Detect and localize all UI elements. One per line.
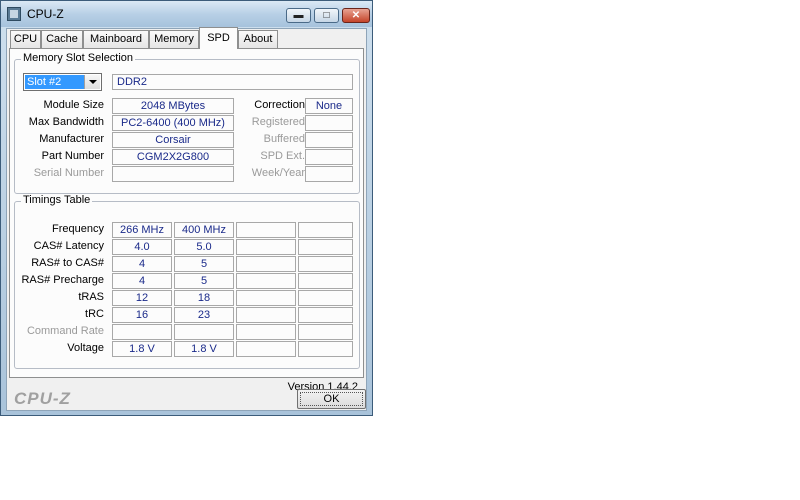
timing-cell: 23 [174, 307, 234, 323]
cpu-z-app-icon [7, 7, 21, 21]
minimize-button[interactable]: ▬ [286, 8, 311, 23]
tab-label: Mainboard [90, 33, 142, 45]
slot-dropdown[interactable]: Slot #2 [23, 73, 102, 91]
timing-cell: 5 [174, 256, 234, 272]
timing-cell: 5.0 [174, 239, 234, 255]
timing-cell [236, 324, 296, 340]
timing-cell [298, 307, 353, 323]
slot-field-label: Max Bandwidth [28, 116, 104, 128]
slot-field-value: PC2-6400 (400 MHz) [112, 115, 234, 131]
timing-row-label: tRC [85, 308, 104, 320]
slot-field-label: Registered [251, 116, 305, 128]
timing-row-label: Command Rate [26, 325, 104, 337]
timing-cell [298, 256, 353, 272]
tab-about[interactable]: About [238, 30, 278, 48]
window-title: CPU-Z [27, 7, 64, 21]
timing-cell [174, 324, 234, 340]
slot-field-label: Correction [254, 99, 305, 111]
slot-field-label: Manufacturer [39, 133, 104, 145]
slot-field-value: 2048 MBytes [112, 98, 234, 114]
close-button[interactable]: ✕ [342, 8, 370, 23]
cpuz-window: CPU-Z ▬ □ ✕ CPU Cache Mainboard Memory S… [0, 0, 373, 416]
tab-cache[interactable]: Cache [41, 30, 83, 48]
timing-cell: 400 MHz [174, 222, 234, 238]
maximize-icon: □ [323, 10, 330, 21]
timing-cell: 4.0 [112, 239, 172, 255]
timing-cell [298, 290, 353, 306]
slot-dropdown-value: Slot #2 [25, 75, 85, 89]
timing-cell: 4 [112, 256, 172, 272]
timing-cell: 1.8 V [174, 341, 234, 357]
maximize-button[interactable]: □ [314, 8, 339, 23]
group-title: Memory Slot Selection [21, 52, 136, 64]
tab-memory[interactable]: Memory [149, 30, 199, 48]
tab-label: Cache [46, 33, 78, 45]
timing-cell [298, 341, 353, 357]
chevron-down-icon [89, 80, 97, 84]
slot-field-label: Module Size [43, 99, 104, 111]
dropdown-button[interactable] [84, 75, 100, 89]
tab-label: SPD [207, 32, 230, 44]
timing-cell [236, 341, 296, 357]
timing-row-label: tRAS [78, 291, 104, 303]
slot-field-value [112, 166, 234, 182]
slot-field-value [305, 132, 353, 148]
group-title: Timings Table [21, 194, 93, 206]
slot-field-label: Buffered [263, 133, 305, 145]
title-bar[interactable]: CPU-Z ▬ □ ✕ [1, 1, 372, 27]
slot-field-label: SPD Ext. [260, 150, 305, 162]
tab-mainboard[interactable]: Mainboard [83, 30, 149, 48]
timing-cell [236, 290, 296, 306]
slot-field-value: Corsair [112, 132, 234, 148]
timings-table-group: Timings Table Frequency 266 MHz 400 MHz CAS… [14, 194, 360, 369]
slot-field-label: Serial Number [33, 167, 104, 179]
slot-field-label: Part Number [41, 150, 104, 162]
memory-slot-selection-group: Memory Slot Selection Slot #2 DDR2 Modul… [14, 52, 360, 194]
slot-field-value [305, 166, 353, 182]
timing-cell [298, 222, 353, 238]
cpu-z-logo-text: CPU-Z [14, 389, 71, 408]
timing-row-label: Voltage [67, 342, 104, 354]
timing-row-label: Frequency [52, 223, 104, 235]
slot-field-value: CGM2X2G800 [112, 149, 234, 165]
timing-cell: 1.8 V [112, 341, 172, 357]
close-icon: ✕ [351, 10, 361, 21]
tab-label: CPU [13, 33, 38, 45]
timing-cell: 4 [112, 273, 172, 289]
minimize-icon: ▬ [293, 10, 304, 21]
timing-cell [236, 273, 296, 289]
timing-cell: 266 MHz [112, 222, 172, 238]
focus-rect [300, 392, 363, 406]
slot-field-value [305, 149, 353, 165]
ok-button[interactable]: OK [297, 389, 366, 409]
slot-field-value [305, 115, 353, 131]
timing-cell [298, 273, 353, 289]
timing-cell [236, 239, 296, 255]
timing-cell [236, 307, 296, 323]
timing-cell [298, 324, 353, 340]
client-area: CPU Cache Mainboard Memory SPD About Mem… [6, 27, 367, 411]
spd-tab-panel: Memory Slot Selection Slot #2 DDR2 Modul… [9, 48, 364, 378]
timing-cell: 18 [174, 290, 234, 306]
tab-label: About [243, 33, 273, 45]
timing-cell: 12 [112, 290, 172, 306]
slot-field-label: Week/Year [251, 167, 305, 179]
timing-cell: 5 [174, 273, 234, 289]
timing-row-label: RAS# Precharge [21, 274, 104, 286]
slot-field-value: None [305, 98, 353, 114]
timing-row-label: CAS# Latency [33, 240, 104, 252]
timing-cell [236, 256, 296, 272]
timing-cell [112, 324, 172, 340]
memory-type-field: DDR2 [112, 74, 353, 90]
timing-row-label: RAS# to CAS# [31, 257, 104, 269]
tab-label: Memory [154, 33, 194, 45]
tab-spd[interactable]: SPD [199, 27, 238, 49]
tab-cpu[interactable]: CPU [10, 30, 41, 48]
timing-cell: 16 [112, 307, 172, 323]
timing-cell [236, 222, 296, 238]
timing-cell [298, 239, 353, 255]
